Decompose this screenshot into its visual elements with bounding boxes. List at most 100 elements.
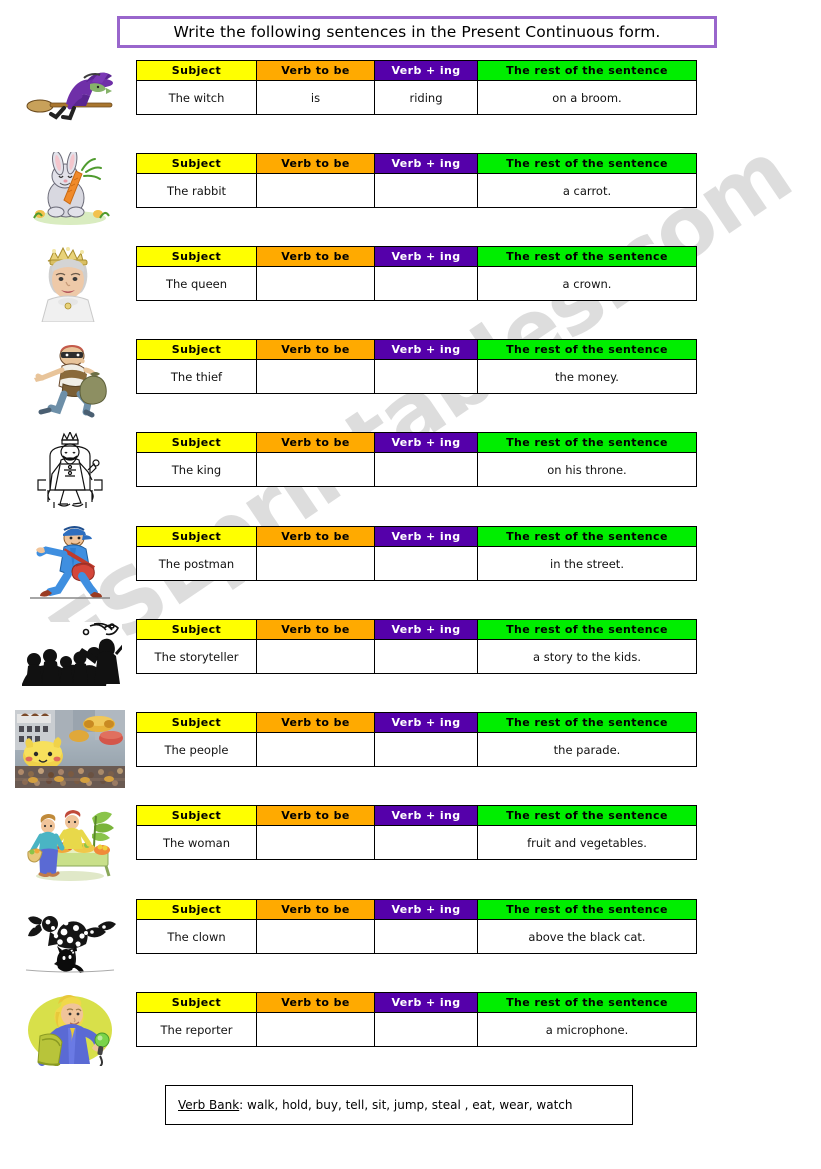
answer-cell-verb-ing[interactable]: riding (374, 80, 478, 115)
column-header-verb-to-be: Verb to be (256, 526, 375, 547)
table-header-row: Subject Verb to be Verb + ing The rest of t… (136, 153, 697, 174)
column-header-verb-ing: Verb + ing (374, 899, 478, 920)
answer-cell-verb-to-be[interactable] (256, 546, 375, 581)
table-header-row: Subject Verb to be Verb + ing The rest of t… (136, 339, 697, 360)
answer-cell-verb-to-be[interactable] (256, 359, 375, 394)
column-header-subject: Subject (136, 992, 257, 1013)
column-header-subject: Subject (136, 246, 257, 267)
verb-bank-label: Verb Bank (178, 1098, 240, 1112)
answer-cell-verb-to-be[interactable] (256, 266, 375, 301)
column-header-verb-ing: Verb + ing (374, 992, 478, 1013)
answer-cell-verb-ing[interactable] (374, 1012, 478, 1047)
answer-cell-rest[interactable]: a microphone. (477, 1012, 697, 1047)
answer-cell-subject[interactable]: The thief (136, 359, 257, 394)
answer-cell-verb-ing[interactable] (374, 266, 478, 301)
table-header-row: Subject Verb to be Verb + ing The rest of t… (136, 526, 697, 547)
woman-at-market-stall-icon (12, 800, 128, 886)
answer-cell-verb-ing[interactable] (374, 919, 478, 954)
table-header-row: Subject Verb to be Verb + ing The rest of t… (136, 60, 697, 81)
sentence-table: Subject Verb to be Verb + ing The rest of t… (136, 246, 697, 301)
answer-cell-verb-ing[interactable] (374, 639, 478, 674)
column-header-rest: The rest of the sentence (477, 153, 697, 174)
column-header-subject: Subject (136, 153, 257, 174)
answer-cell-subject[interactable]: The woman (136, 825, 257, 860)
queen-with-crown-icon (12, 240, 128, 326)
column-header-subject: Subject (136, 339, 257, 360)
column-header-verb-to-be: Verb to be (256, 432, 375, 453)
column-header-verb-to-be: Verb to be (256, 60, 375, 81)
table-header-row: Subject Verb to be Verb + ing The rest of t… (136, 992, 697, 1013)
answer-cell-rest[interactable]: fruit and vegetables. (477, 825, 697, 860)
table-header-row: Subject Verb to be Verb + ing The rest of t… (136, 805, 697, 826)
column-header-rest: The rest of the sentence (477, 805, 697, 826)
column-header-subject: Subject (136, 526, 257, 547)
sentence-table: Subject Verb to be Verb + ing The rest of t… (136, 992, 697, 1047)
answer-cell-verb-ing[interactable] (374, 825, 478, 860)
postman-walking-icon (12, 520, 128, 606)
answer-cell-verb-to-be[interactable] (256, 1012, 375, 1047)
answer-cell-subject[interactable]: The queen (136, 266, 257, 301)
answer-cell-verb-to-be[interactable] (256, 732, 375, 767)
rabbit-with-carrot-icon (12, 148, 128, 234)
answer-cell-verb-to-be[interactable] (256, 825, 375, 860)
answer-cell-rest[interactable]: a story to the kids. (477, 639, 697, 674)
answer-cell-subject[interactable]: The clown (136, 919, 257, 954)
answer-cell-subject[interactable]: The reporter (136, 1012, 257, 1047)
witch-on-broom-icon (12, 58, 128, 144)
answer-cell-subject[interactable]: The rabbit (136, 173, 257, 208)
column-header-subject: Subject (136, 805, 257, 826)
answer-cell-verb-ing[interactable] (374, 173, 478, 208)
column-header-subject: Subject (136, 619, 257, 640)
answer-cell-subject[interactable]: The storyteller (136, 639, 257, 674)
answer-cell-verb-to-be[interactable] (256, 452, 375, 487)
table-header-row: Subject Verb to be Verb + ing The rest of t… (136, 432, 697, 453)
table-row: The queen a crown. (136, 266, 697, 301)
table-row: The thief the money. (136, 359, 697, 394)
reporter-with-microphone-icon (12, 984, 128, 1070)
column-header-verb-to-be: Verb to be (256, 805, 375, 826)
answer-cell-rest[interactable]: the money. (477, 359, 697, 394)
table-header-row: Subject Verb to be Verb + ing The rest of t… (136, 619, 697, 640)
column-header-verb-to-be: Verb to be (256, 899, 375, 920)
answer-cell-verb-ing[interactable] (374, 732, 478, 767)
answer-cell-verb-ing[interactable] (374, 546, 478, 581)
answer-cell-verb-to-be[interactable] (256, 639, 375, 674)
worksheet-title-box: Write the following sentences in the Pre… (117, 16, 717, 48)
answer-cell-subject[interactable]: The king (136, 452, 257, 487)
answer-cell-subject[interactable]: The witch (136, 80, 257, 115)
answer-cell-rest[interactable]: above the black cat. (477, 919, 697, 954)
verb-bank-box: Verb Bank: walk, hold, buy, tell, sit, j… (165, 1085, 633, 1125)
answer-cell-rest[interactable]: a crown. (477, 266, 697, 301)
verb-bank-separator: : (239, 1098, 248, 1112)
sentence-table: Subject Verb to be Verb + ing The rest of t… (136, 60, 697, 115)
sentence-table: Subject Verb to be Verb + ing The rest of t… (136, 432, 697, 487)
answer-cell-verb-ing[interactable] (374, 359, 478, 394)
column-header-verb-ing: Verb + ing (374, 619, 478, 640)
answer-cell-rest[interactable]: in the street. (477, 546, 697, 581)
column-header-verb-ing: Verb + ing (374, 432, 478, 453)
table-row: The king on his throne. (136, 452, 697, 487)
column-header-verb-ing: Verb + ing (374, 246, 478, 267)
column-header-rest: The rest of the sentence (477, 526, 697, 547)
table-row: The witch is riding on a broom. (136, 80, 697, 115)
answer-cell-subject[interactable]: The postman (136, 546, 257, 581)
table-header-row: Subject Verb to be Verb + ing The rest of t… (136, 712, 697, 733)
sentence-table: Subject Verb to be Verb + ing The rest of t… (136, 712, 697, 767)
answer-cell-rest[interactable]: on a broom. (477, 80, 697, 115)
answer-cell-rest[interactable]: a carrot. (477, 173, 697, 208)
answer-cell-verb-to-be[interactable] (256, 173, 375, 208)
answer-cell-rest[interactable]: the parade. (477, 732, 697, 767)
answer-cell-rest[interactable]: on his throne. (477, 452, 697, 487)
answer-cell-verb-ing[interactable] (374, 452, 478, 487)
answer-cell-verb-to-be[interactable] (256, 919, 375, 954)
answer-cell-verb-to-be[interactable]: is (256, 80, 375, 115)
page-title: Write the following sentences in the Pre… (173, 23, 661, 41)
table-row: The postman in the street. (136, 546, 697, 581)
column-header-verb-to-be: Verb to be (256, 712, 375, 733)
answer-cell-subject[interactable]: The people (136, 732, 257, 767)
column-header-rest: The rest of the sentence (477, 339, 697, 360)
column-header-verb-to-be: Verb to be (256, 246, 375, 267)
sentence-table: Subject Verb to be Verb + ing The rest of t… (136, 526, 697, 581)
watermark-text: ESLprintables.com (32, 123, 808, 692)
table-row: The woman fruit and vegetables. (136, 825, 697, 860)
